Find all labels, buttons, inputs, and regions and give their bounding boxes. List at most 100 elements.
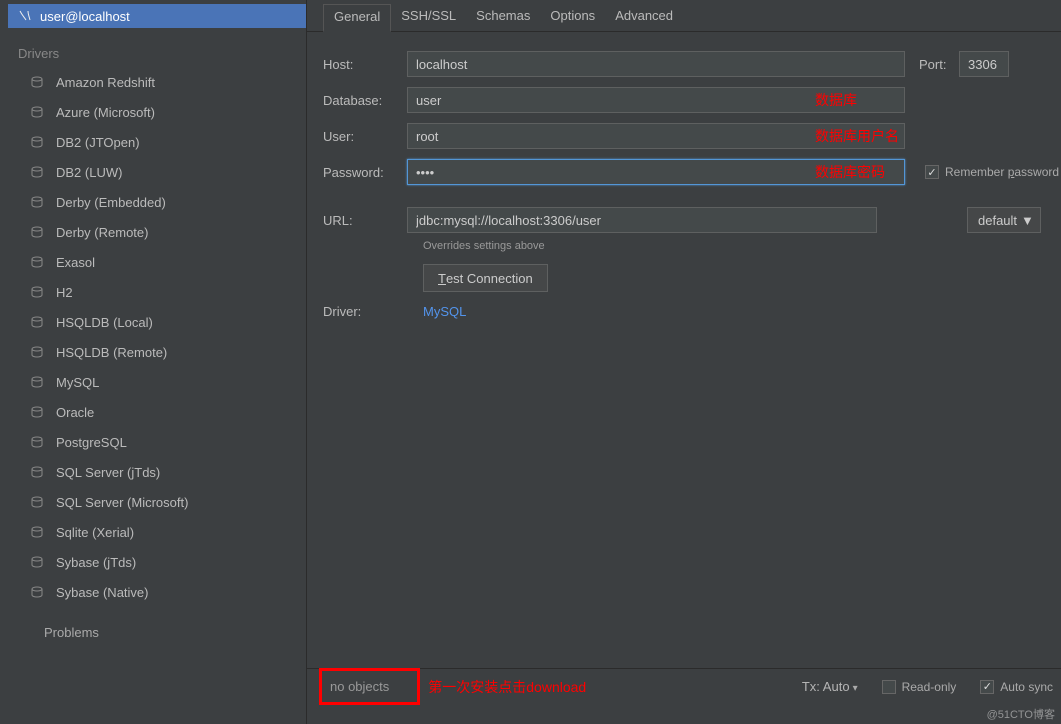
tab-general[interactable]: General — [323, 4, 391, 32]
tab-options[interactable]: Options — [540, 4, 605, 31]
driver-item-label: Derby (Embedded) — [56, 195, 166, 210]
user-label: User: — [323, 129, 407, 144]
password-input[interactable] — [407, 159, 905, 185]
host-input[interactable] — [407, 51, 905, 77]
no-objects-box: no objects — [319, 668, 420, 705]
sidebar: user@localhost Drivers Amazon Redshift Az… — [0, 0, 307, 724]
database-icon — [28, 283, 46, 301]
install-note: 第一次安装点击download — [428, 677, 586, 697]
port-input[interactable] — [959, 51, 1009, 77]
selected-connection-label: user@localhost — [40, 9, 130, 24]
driver-item-label: Sybase (jTds) — [56, 555, 136, 570]
port-label: Port: — [919, 57, 959, 72]
tabs: GeneralSSH/SSLSchemasOptionsAdvanced — [307, 4, 1061, 32]
password-label: Password: — [323, 165, 407, 180]
selected-connection[interactable]: user@localhost — [8, 4, 306, 28]
driver-item[interactable]: HSQLDB (Local) — [8, 307, 306, 337]
database-icon — [28, 433, 46, 451]
database-icon — [28, 103, 46, 121]
database-label: Database: — [323, 93, 407, 108]
driver-item[interactable]: HSQLDB (Remote) — [8, 337, 306, 367]
host-label: Host: — [323, 57, 407, 72]
driver-item-label: Sybase (Native) — [56, 585, 148, 600]
driver-item-label: SQL Server (jTds) — [56, 465, 160, 480]
tab-advanced[interactable]: Advanced — [605, 4, 683, 31]
driver-item[interactable]: Derby (Remote) — [8, 217, 306, 247]
watermark: @51CTO博客 — [987, 706, 1055, 722]
database-icon — [28, 133, 46, 151]
driver-item[interactable]: H2 — [8, 277, 306, 307]
driver-link[interactable]: MySQL — [423, 304, 466, 319]
driver-item[interactable]: SQL Server (jTds) — [8, 457, 306, 487]
test-connection-button[interactable]: Test Connection — [423, 264, 548, 292]
autosync-label: Auto sync — [1000, 680, 1053, 694]
form-area: Host: Port: Database: 数据库 User: 数据库用户名 P… — [307, 32, 1061, 319]
remember-password-checkbox[interactable]: ✓ — [925, 165, 939, 179]
driver-item[interactable]: Amazon Redshift — [8, 67, 306, 97]
driver-item[interactable]: PostgreSQL — [8, 427, 306, 457]
driver-item[interactable]: DB2 (JTOpen) — [8, 127, 306, 157]
driver-item-label: Sqlite (Xerial) — [56, 525, 134, 540]
driver-item[interactable]: Derby (Embedded) — [8, 187, 306, 217]
driver-item[interactable]: Exasol — [8, 247, 306, 277]
database-icon — [28, 223, 46, 241]
readonly-label: Read-only — [902, 680, 957, 694]
driver-item-label: HSQLDB (Local) — [56, 315, 153, 330]
database-icon — [28, 373, 46, 391]
database-icon — [28, 463, 46, 481]
database-icon — [28, 343, 46, 361]
driver-item-label: H2 — [56, 285, 73, 300]
mysql-icon — [16, 7, 34, 25]
tab-sshssl[interactable]: SSH/SSL — [391, 4, 466, 31]
driver-item-label: PostgreSQL — [56, 435, 127, 450]
database-icon — [28, 253, 46, 271]
driver-item-label: DB2 (LUW) — [56, 165, 122, 180]
driver-item-label: Amazon Redshift — [56, 75, 155, 90]
drivers-header: Drivers — [8, 28, 306, 67]
chevron-down-icon: ▼ — [1021, 213, 1034, 228]
driver-item-label: Azure (Microsoft) — [56, 105, 155, 120]
readonly-checkbox[interactable] — [882, 680, 896, 694]
driver-item[interactable]: SQL Server (Microsoft) — [8, 487, 306, 517]
bottom-bar: no objects 第一次安装点击download Tx: Auto Read… — [307, 668, 1061, 704]
database-icon — [28, 523, 46, 541]
driver-label: Driver: — [323, 304, 407, 319]
url-mode-dropdown-label: default — [978, 213, 1017, 228]
url-mode-dropdown[interactable]: default ▼ — [967, 207, 1041, 233]
driver-item[interactable]: Azure (Microsoft) — [8, 97, 306, 127]
database-icon — [28, 163, 46, 181]
driver-item-label: Oracle — [56, 405, 94, 420]
tab-schemas[interactable]: Schemas — [466, 4, 540, 31]
database-icon — [28, 583, 46, 601]
overrides-text: Overrides settings above — [423, 240, 1061, 252]
url-label: URL: — [323, 213, 407, 228]
driver-item[interactable]: Sqlite (Xerial) — [8, 517, 306, 547]
problems-row[interactable]: Problems — [8, 607, 306, 648]
database-icon — [28, 403, 46, 421]
main-panel: GeneralSSH/SSLSchemasOptionsAdvanced Hos… — [307, 0, 1061, 724]
sidebar-narrow-strip — [0, 0, 8, 648]
database-icon — [28, 73, 46, 91]
driver-list: Amazon Redshift Azure (Microsoft) DB2 (JTO… — [8, 67, 306, 607]
driver-item-label: Exasol — [56, 255, 95, 270]
remember-password-label: Remember password — [945, 165, 1059, 179]
driver-item[interactable]: DB2 (LUW) — [8, 157, 306, 187]
driver-item[interactable]: Oracle — [8, 397, 306, 427]
driver-item-label: MySQL — [56, 375, 99, 390]
driver-item-label: HSQLDB (Remote) — [56, 345, 167, 360]
database-icon — [28, 553, 46, 571]
driver-item[interactable]: Sybase (Native) — [8, 577, 306, 607]
driver-item-label: Derby (Remote) — [56, 225, 148, 240]
driver-item-label: SQL Server (Microsoft) — [56, 495, 188, 510]
url-input[interactable] — [407, 207, 877, 233]
database-icon — [28, 193, 46, 211]
tx-mode-dropdown[interactable]: Tx: Auto — [802, 679, 858, 694]
database-input[interactable] — [407, 87, 905, 113]
driver-item[interactable]: MySQL — [8, 367, 306, 397]
driver-item-label: DB2 (JTOpen) — [56, 135, 140, 150]
user-input[interactable] — [407, 123, 905, 149]
autosync-checkbox[interactable]: ✓ — [980, 680, 994, 694]
database-icon — [28, 493, 46, 511]
database-icon — [28, 313, 46, 331]
driver-item[interactable]: Sybase (jTds) — [8, 547, 306, 577]
